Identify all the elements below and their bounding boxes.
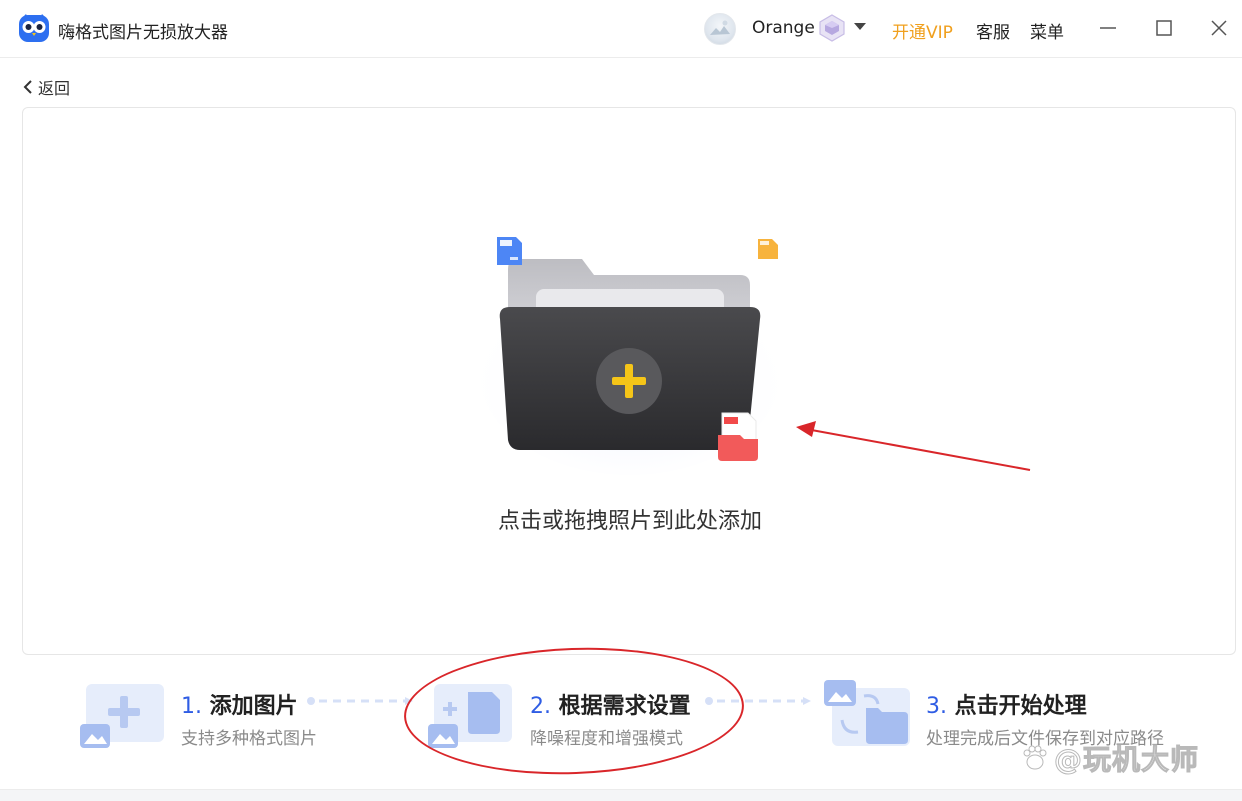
- owl-logo-icon: [19, 14, 49, 42]
- app-title: 嗨格式图片无损放大器: [58, 23, 228, 43]
- file-bmp-icon: [758, 239, 778, 259]
- chevron-down-icon[interactable]: [853, 22, 867, 32]
- step-connector: [307, 697, 413, 705]
- bottom-strip: [0, 789, 1242, 801]
- process-folder-icon: [824, 680, 910, 746]
- watermark: @玩机大师: [1020, 740, 1200, 777]
- step-3-label: 点击开始处理: [954, 694, 1087, 719]
- username[interactable]: Orange: [752, 18, 815, 38]
- vip-diamond-icon: [819, 14, 845, 42]
- file-tif-icon: [497, 237, 522, 265]
- annotation-circle: [401, 642, 747, 780]
- minimize-icon[interactable]: [1094, 14, 1122, 42]
- drop-prompt: 点击或拖拽照片到此处添加: [497, 509, 762, 534]
- add-image-icon: [80, 684, 164, 748]
- step-1-label: 添加图片: [209, 694, 298, 719]
- back-button[interactable]: 返回: [22, 76, 70, 98]
- step-1-title: 1. 添加图片: [181, 688, 298, 720]
- back-label: 返回: [38, 79, 71, 98]
- maximize-icon[interactable]: [1150, 14, 1178, 42]
- menu-link[interactable]: 菜单: [1030, 18, 1064, 43]
- chevron-left-icon: [23, 80, 32, 94]
- avatar-image-icon: [710, 20, 730, 35]
- paw-icon: [1023, 745, 1047, 770]
- title-bar: 嗨格式图片无损放大器 Orange 开通VIP 客服 菜单: [0, 0, 1242, 58]
- file-png-icon: [718, 412, 758, 461]
- close-icon[interactable]: [1205, 14, 1233, 42]
- folder-add-icon[interactable]: [470, 225, 790, 475]
- step-3-number: 3.: [926, 694, 947, 719]
- annotation-arrow-icon: [796, 421, 1031, 471]
- avatar[interactable]: [704, 13, 736, 45]
- step-3-title: 3. 点击开始处理: [926, 688, 1087, 720]
- step-1-subtitle: 支持多种格式图片: [181, 729, 317, 749]
- watermark-text: @玩机大师: [1053, 743, 1200, 777]
- step-1-number: 1.: [181, 694, 202, 719]
- open-vip-link[interactable]: 开通VIP: [892, 18, 953, 43]
- customer-service-link[interactable]: 客服: [976, 18, 1010, 43]
